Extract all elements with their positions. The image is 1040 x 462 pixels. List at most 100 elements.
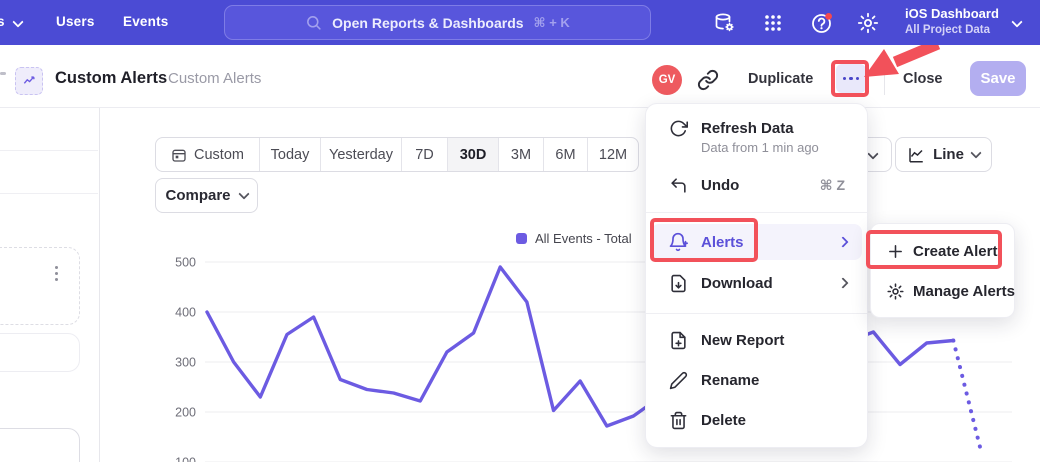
- range-label: Today: [271, 147, 310, 163]
- report-type-icon: [15, 67, 43, 95]
- range-yesterday[interactable]: Yesterday: [321, 138, 402, 171]
- range-today[interactable]: Today: [260, 138, 321, 171]
- line-chart-icon: [907, 146, 925, 164]
- report-card[interactable]: [0, 247, 80, 325]
- nav-item-events[interactable]: Events: [123, 14, 168, 29]
- range-label: 30D: [460, 147, 487, 163]
- menu-item-label: Delete: [701, 412, 746, 429]
- chevron-down-icon: [970, 147, 981, 158]
- y-axis-tick-label: 300: [175, 356, 196, 370]
- menu-item-rename[interactable]: Rename: [646, 363, 867, 397]
- chart-type-button[interactable]: Line: [895, 137, 992, 172]
- date-range-control: Custom Today Yesterday 7D 30D 3M 6M 12M: [155, 137, 639, 172]
- chevron-down-icon: [867, 148, 878, 159]
- gear-icon: [885, 281, 905, 301]
- range-30d-selected[interactable]: 30D: [448, 138, 499, 171]
- menu-item-refresh-data[interactable]: Refresh Data: [646, 113, 867, 143]
- undo-shortcut: ⌘ Z: [820, 177, 845, 194]
- card-kebab-menu-icon[interactable]: [52, 263, 61, 284]
- menu-item-delete[interactable]: Delete: [646, 403, 867, 437]
- close-button[interactable]: Close: [903, 71, 943, 87]
- divider: [646, 313, 867, 314]
- nav-item-partial[interactable]: s: [0, 14, 5, 29]
- report-card[interactable]: [0, 428, 80, 462]
- menu-item-undo[interactable]: Undo ⌘ Z: [646, 168, 867, 202]
- plus-icon: [885, 241, 905, 261]
- y-axis-tick-label: 200: [175, 406, 196, 420]
- refresh-subtitle: Data from 1 min ago: [701, 140, 819, 155]
- alerts-submenu: Create Alert Manage Alerts: [870, 223, 1015, 318]
- submenu-item-label: Manage Alerts: [913, 283, 1015, 300]
- download-file-icon: [668, 273, 688, 293]
- report-card[interactable]: [0, 333, 80, 372]
- app-window: 500400300200100 All Events - Total Custo…: [0, 0, 1040, 462]
- new-report-icon: [668, 330, 688, 350]
- range-label: 12M: [599, 147, 627, 163]
- divider: [884, 61, 885, 95]
- mini-line-chart-icon: [22, 74, 36, 88]
- menu-item-download[interactable]: Download: [646, 266, 867, 300]
- menu-item-label: Undo: [701, 177, 739, 194]
- help-icon[interactable]: [810, 11, 834, 35]
- chart-type-label: Line: [933, 146, 964, 163]
- calendar-icon: [171, 147, 187, 163]
- undo-icon: [668, 175, 688, 195]
- range-12m[interactable]: 12M: [588, 138, 638, 171]
- menu-item-alerts[interactable]: Alerts: [651, 224, 862, 260]
- legend-item[interactable]: All Events - Total: [516, 231, 632, 246]
- chevron-down-icon: [238, 188, 249, 199]
- submenu-item-manage-alerts[interactable]: Manage Alerts: [871, 274, 1014, 308]
- sidebar-list-row[interactable]: [0, 107, 98, 151]
- avatar[interactable]: GV: [652, 65, 682, 95]
- range-7d[interactable]: 7D: [402, 138, 448, 171]
- range-label: Yesterday: [329, 147, 393, 163]
- chevron-down-icon: [1011, 16, 1022, 27]
- save-button[interactable]: Save: [970, 61, 1026, 96]
- divider: [646, 212, 867, 213]
- submenu-item-create-alert[interactable]: Create Alert: [871, 234, 1014, 268]
- menu-item-label: Refresh Data: [701, 120, 794, 137]
- collapse-tick: [0, 72, 6, 75]
- top-navbar: s Users Events Open Reports & Dashboards…: [0, 0, 1040, 45]
- compare-label: Compare: [165, 187, 230, 204]
- project-switcher-name[interactable]: iOS Dashboard: [905, 6, 999, 21]
- range-3m[interactable]: 3M: [499, 138, 544, 171]
- sidebar-list-row[interactable]: [0, 150, 98, 194]
- range-label: 7D: [415, 147, 434, 163]
- compare-button[interactable]: Compare: [155, 178, 258, 213]
- report-header: Custom Alerts Custom Alerts GV Duplicate…: [0, 45, 1040, 108]
- pencil-icon: [668, 370, 688, 390]
- legend-swatch: [516, 233, 527, 244]
- legend-label: All Events - Total: [535, 231, 632, 246]
- nav-item-users[interactable]: Users: [56, 14, 95, 29]
- menu-item-label: Alerts: [701, 234, 744, 251]
- range-label: 3M: [511, 147, 531, 163]
- project-switcher-scope: All Project Data: [905, 24, 990, 36]
- alert-bell-plus-icon: [668, 232, 688, 252]
- apps-grid-icon[interactable]: [761, 11, 785, 35]
- data-management-icon[interactable]: [713, 11, 737, 35]
- trash-icon: [668, 410, 688, 430]
- menu-item-label: Rename: [701, 372, 759, 389]
- page-title: Custom Alerts: [55, 69, 167, 88]
- chevron-right-icon: [837, 277, 848, 288]
- submenu-item-label: Create Alert: [913, 243, 997, 260]
- search-placeholder: Open Reports & Dashboards: [332, 15, 523, 31]
- duplicate-button[interactable]: Duplicate: [748, 71, 813, 87]
- chevron-right-icon: [837, 236, 848, 247]
- y-axis-tick-label: 400: [175, 306, 196, 320]
- more-options-button[interactable]: [836, 64, 866, 93]
- more-options-menu: Refresh Data Data from 1 min ago Undo ⌘ …: [645, 103, 868, 448]
- range-label: 6M: [555, 147, 575, 163]
- range-6m[interactable]: 6M: [544, 138, 588, 171]
- sidebar-panel: [0, 107, 100, 462]
- range-label: Custom: [194, 147, 244, 163]
- y-axis-tick-label: 500: [175, 256, 196, 270]
- search-input[interactable]: Open Reports & Dashboards ⌘ + K: [224, 5, 651, 40]
- copy-link-icon[interactable]: [697, 69, 719, 91]
- chevron-down-icon: [12, 16, 23, 27]
- menu-item-label: New Report: [701, 332, 784, 349]
- settings-icon[interactable]: [856, 11, 880, 35]
- menu-item-new-report[interactable]: New Report: [646, 323, 867, 357]
- range-custom[interactable]: Custom: [156, 138, 260, 171]
